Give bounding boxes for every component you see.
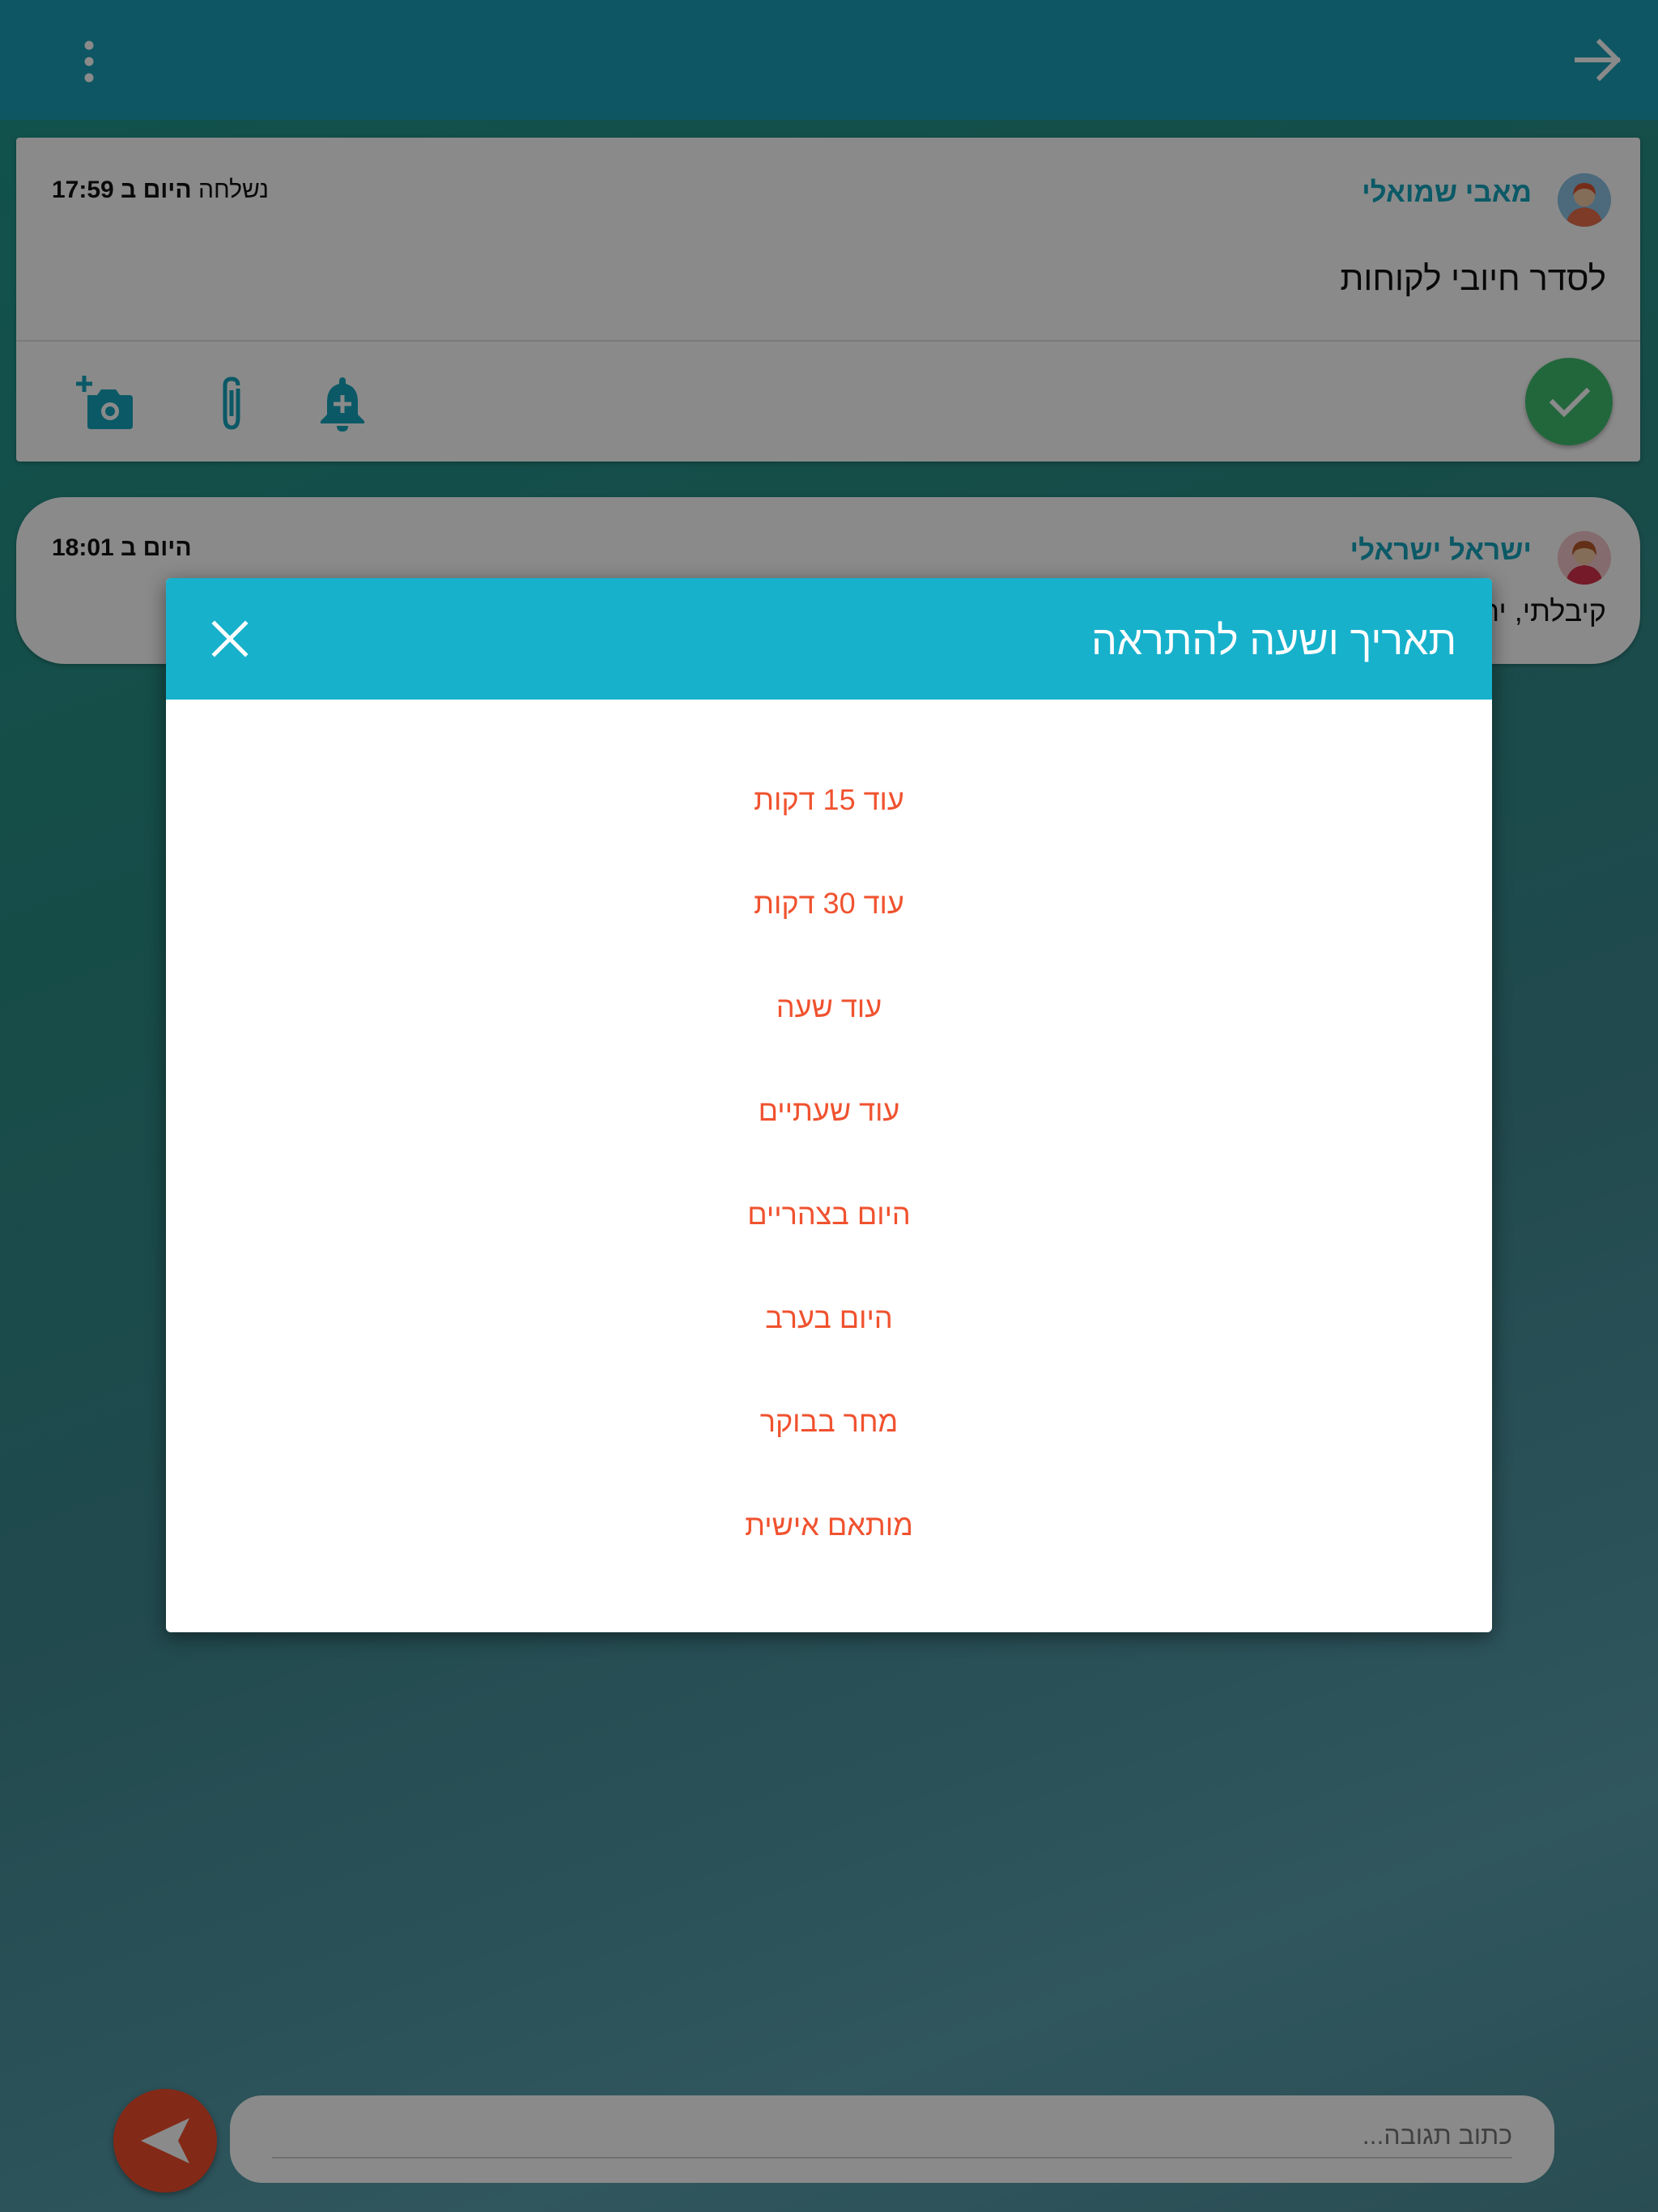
option-15-minutes[interactable]: עוד 15 דקות [166, 748, 1492, 852]
option-today-noon[interactable]: היום בצהריים [166, 1163, 1492, 1266]
option-tomorrow-morning[interactable]: מחר בבוקר [166, 1370, 1492, 1474]
dialog-title: תאריך ושעה להתראה [1091, 618, 1456, 663]
reminder-time-dialog: תאריך ושעה להתראה עוד 15 דקות עוד 30 דקו… [166, 578, 1492, 1632]
option-2-hours[interactable]: עוד שעתיים [166, 1059, 1492, 1163]
option-30-minutes[interactable]: עוד 30 דקות [166, 852, 1492, 955]
close-icon [211, 620, 249, 657]
dialog-header: תאריך ושעה להתראה [166, 578, 1492, 700]
option-1-hour[interactable]: עוד שעה [166, 955, 1492, 1059]
close-button[interactable] [205, 614, 255, 664]
option-today-evening[interactable]: היום בערב [166, 1266, 1492, 1370]
option-custom[interactable]: מותאם אישית [166, 1474, 1492, 1577]
